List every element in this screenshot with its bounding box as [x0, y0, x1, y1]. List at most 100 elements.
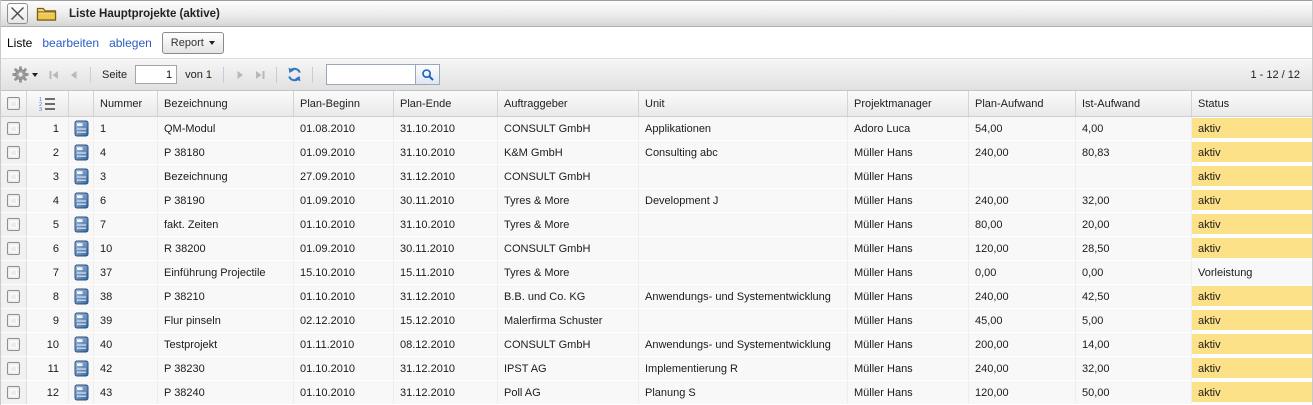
cell-plan-aufwand[interactable]: 240,00 [969, 285, 1076, 308]
project-icon[interactable] [74, 168, 89, 185]
cell-projektmanager[interactable]: Müller Hans [848, 333, 969, 356]
cell-plan-ende[interactable]: 15.12.2010 [394, 309, 498, 332]
cell-status[interactable]: aktiv [1192, 357, 1312, 380]
cell-plan-aufwand[interactable]: 120,00 [969, 381, 1076, 404]
cell-bezeichnung[interactable]: P 38230 [158, 357, 294, 380]
cell-plan-aufwand[interactable]: 240,00 [969, 141, 1076, 164]
row-checkbox[interactable] [7, 386, 20, 399]
cell-bezeichnung[interactable]: P 38210 [158, 285, 294, 308]
cell-nummer[interactable]: 40 [94, 333, 158, 356]
cell-ist-aufwand[interactable]: 42,50 [1076, 285, 1192, 308]
cell-status[interactable]: aktiv [1192, 189, 1312, 212]
bearbeiten-link[interactable]: bearbeiten [42, 36, 99, 50]
cell-status[interactable]: aktiv [1192, 333, 1312, 356]
cell-unit[interactable]: Implementierung R [639, 357, 848, 380]
column-header-plan-aufwand[interactable]: Plan-Aufwand [969, 91, 1076, 116]
cell-auftraggeber[interactable]: Poll AG [498, 381, 639, 404]
cell-auftraggeber[interactable]: CONSULT GmbH [498, 165, 639, 188]
cell-auftraggeber[interactable]: IPST AG [498, 357, 639, 380]
cell-plan-beginn[interactable]: 01.11.2010 [294, 333, 394, 356]
row-checkbox[interactable] [7, 194, 20, 207]
cell-plan-aufwand[interactable]: 45,00 [969, 309, 1076, 332]
row-checkbox[interactable] [7, 170, 20, 183]
search-button[interactable] [415, 65, 439, 84]
last-page-button[interactable] [253, 68, 267, 82]
cell-bezeichnung[interactable]: fakt. Zeiten [158, 213, 294, 236]
cell-status[interactable]: aktiv [1192, 285, 1312, 308]
cell-ist-aufwand[interactable]: 5,00 [1076, 309, 1192, 332]
cell-nummer[interactable]: 3 [94, 165, 158, 188]
cell-unit[interactable]: Planung S [639, 381, 848, 404]
cell-plan-ende[interactable]: 15.11.2010 [394, 261, 498, 284]
project-icon[interactable] [74, 264, 89, 281]
report-button[interactable]: Report [162, 32, 224, 54]
row-checkbox[interactable] [7, 218, 20, 231]
cell-plan-beginn[interactable]: 01.10.2010 [294, 381, 394, 404]
cell-auftraggeber[interactable]: Tyres & More [498, 189, 639, 212]
cell-nummer[interactable]: 10 [94, 237, 158, 260]
cell-bezeichnung[interactable]: QM-Modul [158, 117, 294, 140]
cell-projektmanager[interactable]: Müller Hans [848, 189, 969, 212]
cell-nummer[interactable]: 43 [94, 381, 158, 404]
cell-projektmanager[interactable]: Müller Hans [848, 261, 969, 284]
row-checkbox[interactable] [7, 122, 20, 135]
cell-unit[interactable] [639, 261, 848, 284]
cell-projektmanager[interactable]: Müller Hans [848, 381, 969, 404]
cell-auftraggeber[interactable]: Malerfirma Schuster [498, 309, 639, 332]
cell-plan-ende[interactable]: 31.12.2010 [394, 381, 498, 404]
cell-plan-ende[interactable]: 30.11.2010 [394, 237, 498, 260]
cell-plan-beginn[interactable]: 01.09.2010 [294, 237, 394, 260]
cell-nummer[interactable]: 39 [94, 309, 158, 332]
cell-nummer[interactable]: 38 [94, 285, 158, 308]
cell-plan-ende[interactable]: 08.12.2010 [394, 333, 498, 356]
cell-status[interactable]: aktiv [1192, 381, 1312, 404]
cell-plan-aufwand[interactable]: 120,00 [969, 237, 1076, 260]
cell-auftraggeber[interactable]: CONSULT GmbH [498, 333, 639, 356]
column-header-ist-aufwand[interactable]: Ist-Aufwand [1076, 91, 1192, 116]
cell-unit[interactable] [639, 309, 848, 332]
cell-projektmanager[interactable]: Müller Hans [848, 141, 969, 164]
column-header-unit[interactable]: Unit [639, 91, 848, 116]
cell-plan-aufwand[interactable]: 54,00 [969, 117, 1076, 140]
cell-unit[interactable]: Development J [639, 189, 848, 212]
cell-projektmanager[interactable]: Müller Hans [848, 165, 969, 188]
project-icon[interactable] [74, 120, 89, 137]
first-page-button[interactable] [47, 68, 61, 82]
cell-auftraggeber[interactable]: CONSULT GmbH [498, 237, 639, 260]
cell-ist-aufwand[interactable] [1076, 165, 1192, 188]
cell-plan-aufwand[interactable]: 200,00 [969, 333, 1076, 356]
row-checkbox[interactable] [7, 314, 20, 327]
cell-unit[interactable] [639, 165, 848, 188]
cell-plan-ende[interactable]: 31.10.2010 [394, 213, 498, 236]
cell-plan-beginn[interactable]: 01.09.2010 [294, 189, 394, 212]
column-header-plan-ende[interactable]: Plan-Ende [394, 91, 498, 116]
cell-plan-beginn[interactable]: 01.10.2010 [294, 285, 394, 308]
cell-plan-beginn[interactable]: 27.09.2010 [294, 165, 394, 188]
cell-plan-aufwand[interactable]: 240,00 [969, 357, 1076, 380]
cell-bezeichnung[interactable]: Einführung Projectile [158, 261, 294, 284]
refresh-button[interactable] [286, 66, 303, 83]
row-checkbox[interactable] [7, 362, 20, 375]
row-checkbox[interactable] [7, 290, 20, 303]
cell-projektmanager[interactable]: Müller Hans [848, 285, 969, 308]
cell-ist-aufwand[interactable]: 0,00 [1076, 261, 1192, 284]
cell-bezeichnung[interactable]: P 38190 [158, 189, 294, 212]
cell-unit[interactable]: Applikationen [639, 117, 848, 140]
cell-plan-beginn[interactable]: 01.09.2010 [294, 141, 394, 164]
cell-plan-beginn[interactable]: 01.10.2010 [294, 213, 394, 236]
column-header-status[interactable]: Status [1192, 91, 1312, 116]
cell-auftraggeber[interactable]: Tyres & More [498, 261, 639, 284]
cell-nummer[interactable]: 1 [94, 117, 158, 140]
row-checkbox[interactable] [7, 338, 20, 351]
project-icon[interactable] [74, 384, 89, 401]
cell-plan-beginn[interactable]: 15.10.2010 [294, 261, 394, 284]
cell-plan-ende[interactable]: 31.10.2010 [394, 141, 498, 164]
cell-status[interactable]: Vorleistung [1192, 261, 1312, 284]
cell-plan-ende[interactable]: 31.10.2010 [394, 117, 498, 140]
select-all-checkbox[interactable] [7, 97, 20, 110]
cell-bezeichnung[interactable]: P 38240 [158, 381, 294, 404]
column-header-auftraggeber[interactable]: Auftraggeber [498, 91, 639, 116]
cell-bezeichnung[interactable]: P 38180 [158, 141, 294, 164]
cell-unit[interactable] [639, 213, 848, 236]
row-number-header[interactable]: 1 2 3 [27, 91, 69, 116]
